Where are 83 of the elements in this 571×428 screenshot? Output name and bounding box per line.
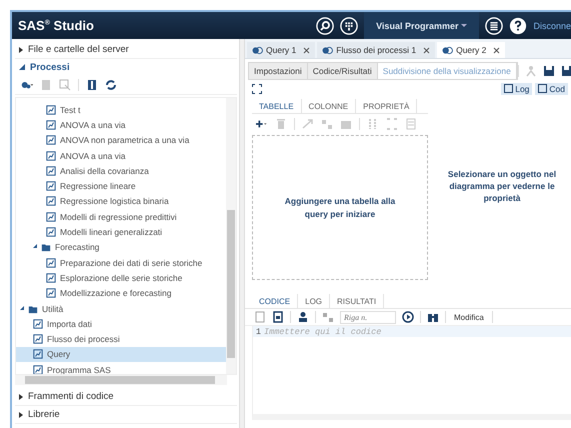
tree-item[interactable]: Regressione logistica binaria xyxy=(16,194,226,210)
help-icon[interactable] xyxy=(509,16,528,34)
task-icon xyxy=(33,334,43,344)
code-editor[interactable]: 1 Immettere qui il codice xyxy=(252,326,571,420)
task-icon xyxy=(46,258,56,268)
app-title: SAS$^{®}$ Studio xyxy=(18,18,94,33)
tree-item[interactable]: Utilità xyxy=(16,300,226,316)
section-header[interactable]: File e cartelle del server xyxy=(15,41,237,59)
code-placeholder: Immettere qui il codice xyxy=(264,326,382,336)
disconnect-link[interactable]: Disconne xyxy=(533,20,571,30)
folder-icon xyxy=(41,242,51,252)
add-process-icon[interactable] xyxy=(21,79,33,91)
scrollbar[interactable] xyxy=(226,98,236,374)
tree-item[interactable]: Preparazione dei dati di serie storiche xyxy=(16,254,226,270)
task-icon xyxy=(33,364,43,374)
task-icon xyxy=(46,227,56,238)
task-icon xyxy=(46,104,56,115)
panel-icon[interactable] xyxy=(86,79,98,91)
editor-tab[interactable]: Flusso dei processi 1 xyxy=(317,42,436,58)
tree-item[interactable]: Forecasting xyxy=(16,240,226,255)
task-icon xyxy=(46,196,56,206)
tree-item[interactable]: Query xyxy=(16,346,226,362)
line-number-field[interactable]: Riga n. xyxy=(340,310,396,324)
task-icon xyxy=(46,212,56,222)
query-canvas[interactable]: Aggiungere una tabella alla query per iniziare xyxy=(252,135,428,280)
run-icon[interactable] xyxy=(402,311,414,323)
task-icon xyxy=(33,318,43,329)
tree-item[interactable]: Importa dati xyxy=(16,316,226,332)
tree-item[interactable]: Regressione lineare xyxy=(16,178,226,194)
close-icon[interactable] xyxy=(423,46,430,54)
add-icon[interactable] xyxy=(256,118,268,130)
tab-icon xyxy=(442,46,454,54)
save-as-icon[interactable] xyxy=(560,65,571,77)
tree-item[interactable]: Modelli lineari generalizzati xyxy=(16,224,226,240)
line-number: 1 xyxy=(254,326,261,336)
document-icon[interactable] xyxy=(272,311,284,323)
task-icon xyxy=(33,349,43,360)
tree-item[interactable]: Flusso dei processi xyxy=(16,331,226,347)
section-header[interactable]: Librerie xyxy=(15,406,237,424)
properties-hint: Selezionare un oggetto nel diagramma per vederne le proprietà xyxy=(446,168,558,204)
tree-item[interactable]: Analisi della covarianza xyxy=(16,163,226,178)
task-icon xyxy=(46,120,56,130)
tree-item[interactable]: ANOVA a una via xyxy=(16,117,226,133)
tree-item[interactable]: ANOVA a una via xyxy=(16,148,226,164)
expander-icon[interactable] xyxy=(20,306,24,310)
task-icon xyxy=(46,166,56,176)
expand-icon[interactable] xyxy=(251,82,263,94)
tab-icon xyxy=(252,46,263,54)
panel-tab[interactable]: COLONNE xyxy=(302,99,356,113)
close-icon[interactable] xyxy=(493,46,500,54)
view-button[interactable]: Cod xyxy=(535,82,568,94)
user-icon[interactable] xyxy=(297,311,309,323)
editor-tab[interactable]: Query 1 xyxy=(247,42,316,58)
task-icon xyxy=(46,181,56,192)
tree-item[interactable]: ANOVA non parametrica a una via xyxy=(16,132,226,148)
panel-tab[interactable]: PROPRIETÀ xyxy=(356,99,418,113)
panel-tab[interactable]: LOG xyxy=(298,294,330,308)
task-icon xyxy=(46,135,56,146)
task-icon xyxy=(46,150,56,161)
expander-icon[interactable] xyxy=(33,244,37,248)
view-button[interactable]: Log xyxy=(501,82,532,94)
task-icon xyxy=(46,288,56,298)
tab-icon xyxy=(322,46,334,54)
save-icon[interactable] xyxy=(542,65,555,77)
close-icon[interactable] xyxy=(303,46,310,54)
panel-tab[interactable]: RISULTATI xyxy=(330,294,384,308)
editor-tab[interactable]: Query 2 xyxy=(437,42,506,58)
grid-icon[interactable] xyxy=(340,16,358,34)
refresh-icon[interactable] xyxy=(105,79,117,91)
edit-button[interactable]: Modifica xyxy=(452,312,486,322)
section-header[interactable]: Frammenti di codice xyxy=(15,388,237,406)
task-icon xyxy=(46,272,56,283)
folder-icon xyxy=(28,304,38,314)
search-icon[interactable] xyxy=(316,16,334,34)
tree-item[interactable]: Modellizzazione e forecasting xyxy=(16,286,226,301)
binoculars-icon[interactable] xyxy=(427,311,439,323)
tree-item[interactable]: Test t xyxy=(16,102,226,118)
perspective-menu[interactable]: Visual Programmer xyxy=(364,12,480,39)
tree-item[interactable]: Esplorazione delle serie storiche xyxy=(16,270,226,286)
canvas-hint: Aggiungere una tabella alla query per iniziare xyxy=(284,195,396,220)
section-header[interactable]: Processi xyxy=(15,59,237,76)
scrollbar[interactable] xyxy=(15,375,227,385)
tree-item[interactable]: Modelli di regressione predittivi xyxy=(16,209,226,224)
